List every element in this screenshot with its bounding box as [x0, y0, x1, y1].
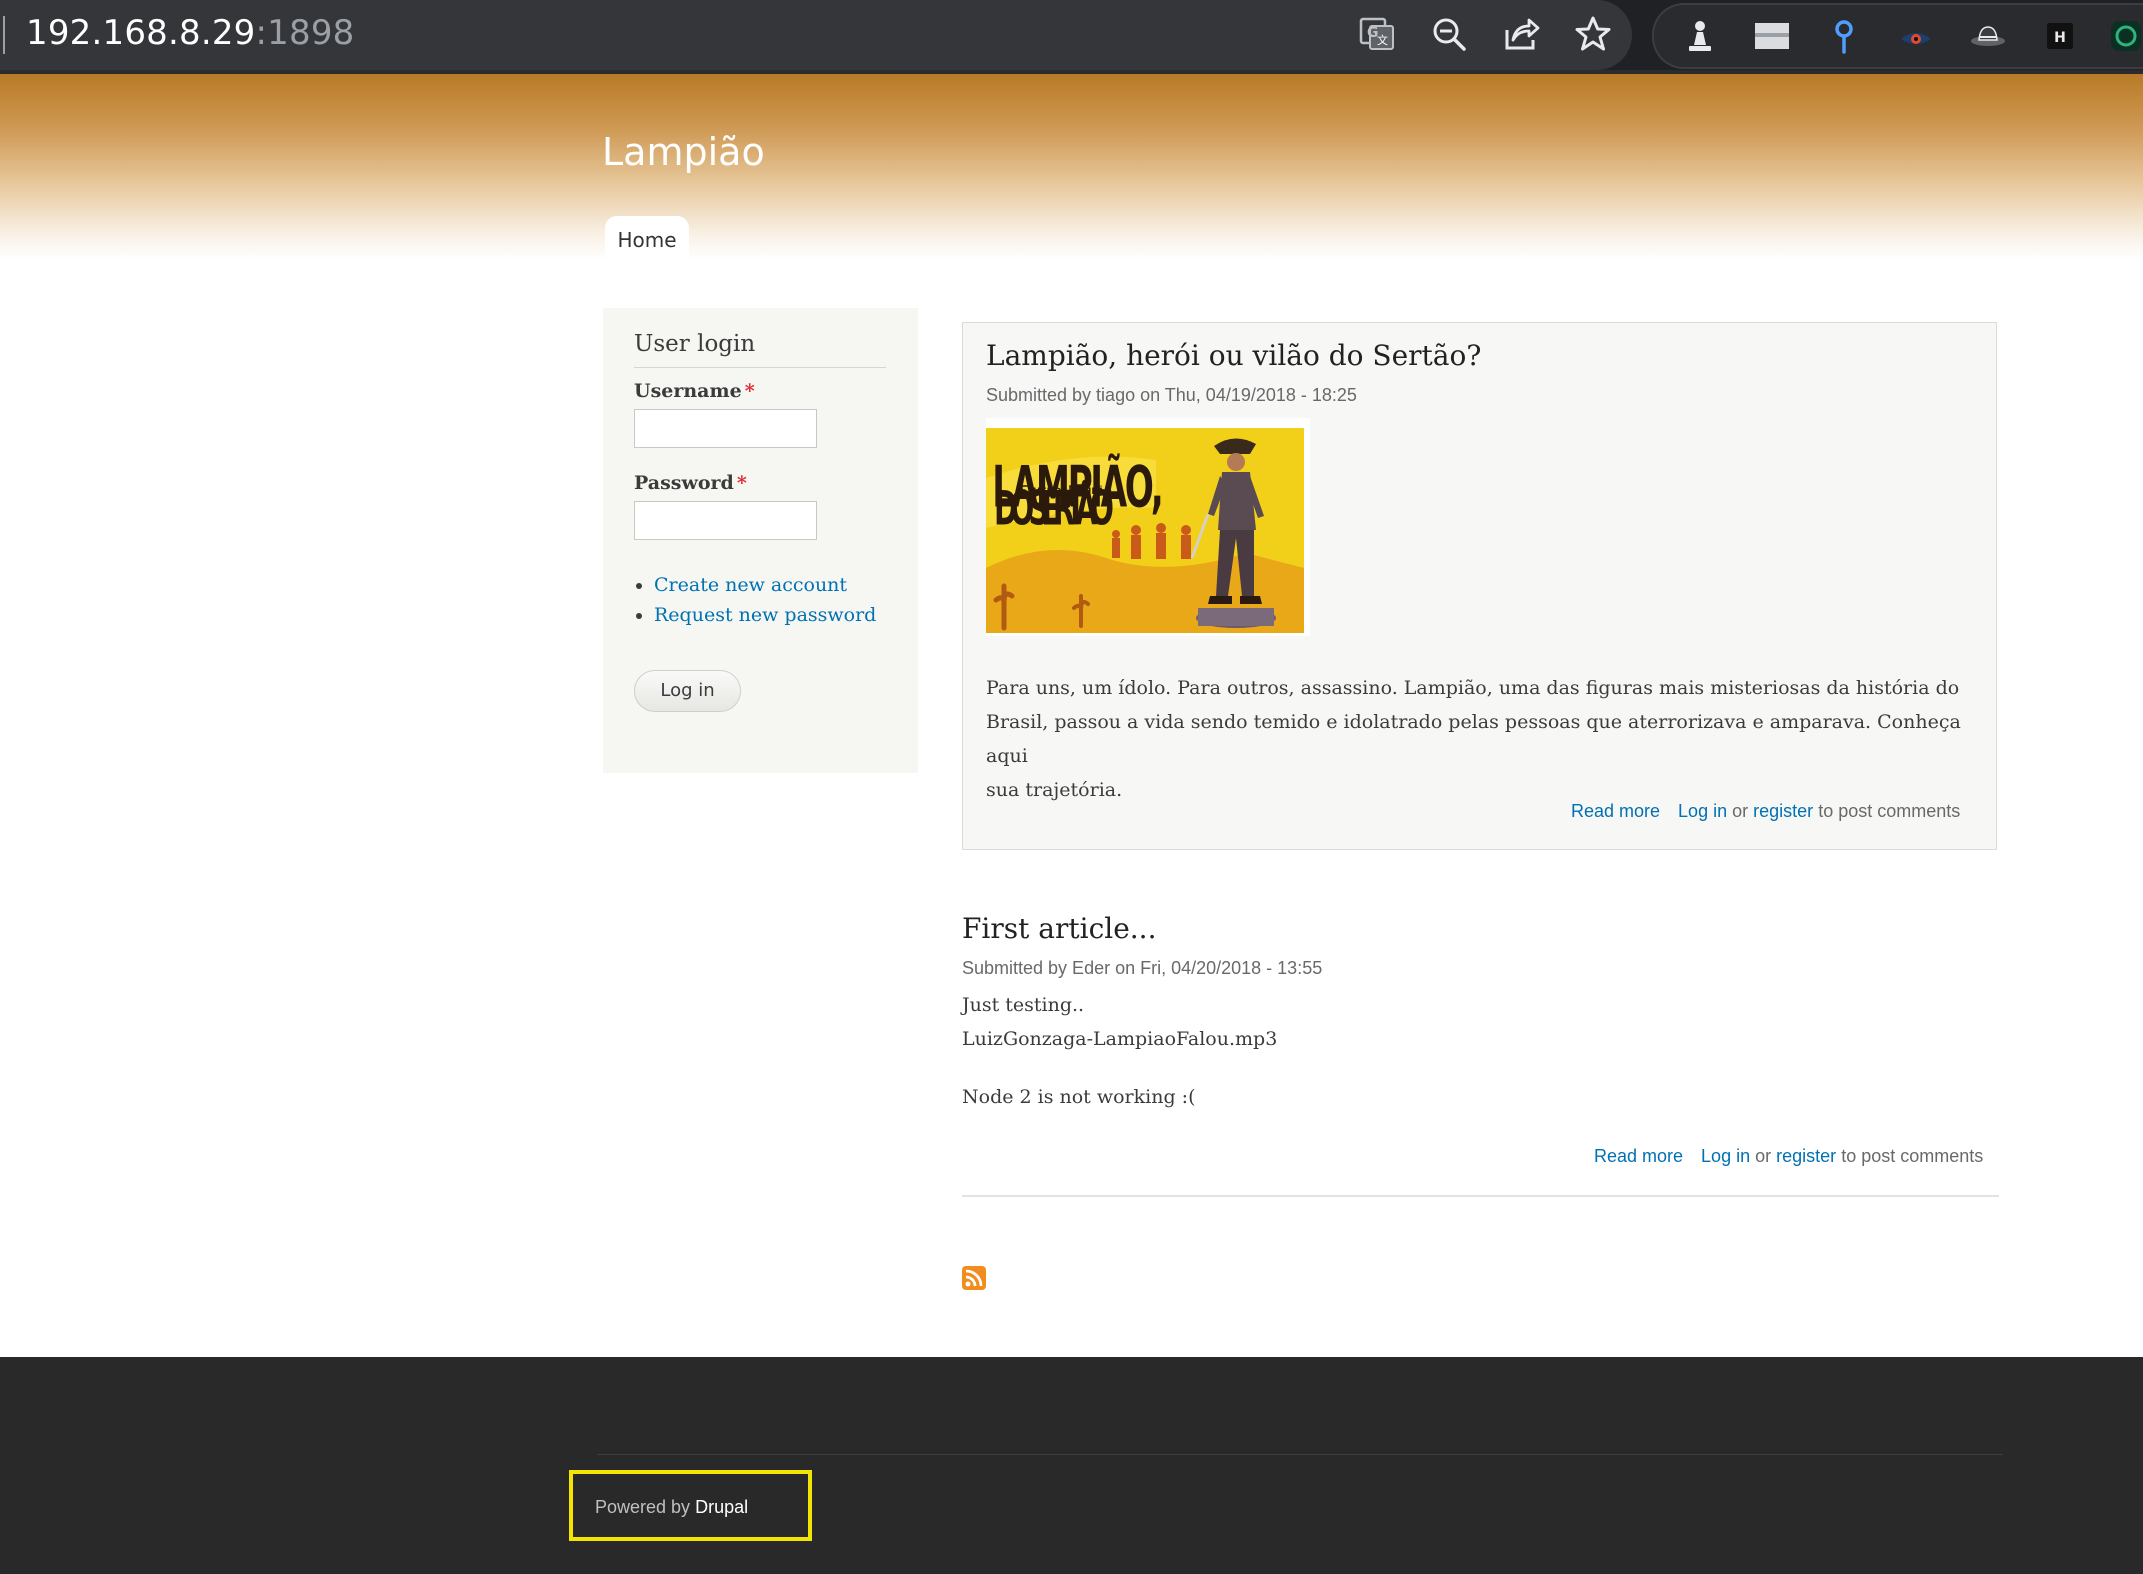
- hat-icon[interactable]: [1969, 17, 2007, 55]
- drupal-link[interactable]: Drupal: [695, 1497, 748, 1517]
- body-line: Para uns, um ídolo. Para outros, assassi…: [986, 677, 1960, 699]
- address-bar[interactable]: 192.168.8.29:1898 G文: [0, 0, 1632, 70]
- password-label: Password *: [634, 472, 747, 494]
- article-body: Para uns, um ídolo. Para outros, assassi…: [986, 671, 1996, 807]
- read-more-link[interactable]: Read more: [1594, 1146, 1683, 1166]
- zoom-out-icon[interactable]: [1429, 14, 1469, 54]
- article-title-link[interactable]: Lampião, herói ou vilão do Sertão?: [986, 339, 1481, 372]
- site-header: Lampião Home: [0, 74, 2143, 260]
- list-item: Create new account: [634, 570, 876, 600]
- article-body: Just testing.. LuizGonzaga-LampiaoFalou.…: [962, 988, 1277, 1114]
- body-line: Node 2 is not working :(: [962, 1086, 1196, 1108]
- username-label: Username *: [634, 380, 755, 402]
- or-text: or: [1732, 801, 1749, 821]
- window-icon[interactable]: [1753, 17, 1791, 55]
- article-links: Read more Log in or register to post comm…: [1594, 1146, 1983, 1167]
- required-mark: *: [744, 380, 755, 402]
- powered-by: Powered by Drupal: [595, 1497, 748, 1518]
- image-text-line2: DO SERTÃO: [994, 480, 1114, 537]
- submitted-info: Submitted by Eder on Fri, 04/20/2018 - 1…: [962, 958, 1323, 978]
- or-text: or: [1755, 1146, 1772, 1166]
- body-line: Brasil, passou a vida sendo temido e ido…: [986, 711, 1961, 767]
- nav-tab-home[interactable]: Home: [605, 216, 689, 260]
- article-image: LAMPIÃO, HERÓI VILÃO DO SERTÃO: [986, 418, 1310, 636]
- register-link[interactable]: register: [1776, 1146, 1836, 1166]
- chess-pawn-icon[interactable]: [1681, 17, 1719, 55]
- location-pin-icon[interactable]: [1825, 17, 1863, 55]
- register-link[interactable]: register: [1753, 801, 1813, 821]
- browser-toolbar: 192.168.8.29:1898 G文 H: [0, 0, 2143, 74]
- post-comments-text: to post comments: [1841, 1146, 1984, 1166]
- username-label-text: Username: [634, 380, 742, 402]
- url-host: 192.168.8.29: [26, 13, 256, 53]
- list-item: Request new password: [634, 600, 876, 630]
- google-translate-icon[interactable]: G文: [1357, 14, 1397, 54]
- log-in-link[interactable]: Log in: [1678, 801, 1727, 821]
- circle-extension-icon[interactable]: [2107, 17, 2143, 55]
- request-password-link[interactable]: Request new password: [654, 604, 876, 626]
- svg-text:H: H: [2054, 30, 2066, 46]
- site-footer: Powered by Drupal: [0, 1357, 2143, 1574]
- article-divider: [962, 1195, 1999, 1197]
- password-label-text: Password: [634, 472, 734, 494]
- read-more-link[interactable]: Read more: [1571, 801, 1660, 821]
- rss-feed-icon[interactable]: [962, 1266, 986, 1290]
- body-line: Just testing..: [962, 994, 1085, 1016]
- bookmark-star-icon[interactable]: [1573, 14, 1613, 54]
- address-bar-edge: [3, 16, 5, 54]
- article-teaser: Lampião, herói ou vilão do Sertão? Submi…: [962, 322, 1997, 850]
- login-links-list: Create new account Request new password: [634, 570, 876, 630]
- body-line: LuizGonzaga-LampiaoFalou.mp3: [962, 1028, 1278, 1050]
- article-links: Read more Log in or register to post comm…: [1571, 801, 1960, 822]
- footer-divider: [597, 1454, 2003, 1455]
- username-input[interactable]: [634, 409, 817, 448]
- create-account-link[interactable]: Create new account: [654, 574, 847, 596]
- url-text[interactable]: 192.168.8.29:1898: [26, 12, 355, 54]
- required-mark: *: [736, 472, 747, 494]
- password-input[interactable]: [634, 501, 817, 540]
- submitted-info: Submitted by tiago on Thu, 04/19/2018 - …: [986, 385, 1357, 405]
- log-in-link[interactable]: Log in: [1701, 1146, 1750, 1166]
- user-login-block: User login Username * Password * Create ne…: [603, 308, 918, 773]
- site-name-link[interactable]: Lampião: [602, 130, 765, 174]
- eye-extension-icon[interactable]: [1897, 17, 1935, 55]
- h-extension-icon[interactable]: H: [2041, 17, 2079, 55]
- url-port: :1898: [255, 13, 355, 53]
- svg-text:文: 文: [1377, 33, 1388, 47]
- article-title-link[interactable]: First article...: [962, 912, 1156, 945]
- post-comments-text: to post comments: [1818, 801, 1961, 821]
- powered-by-text: Powered by: [595, 1497, 691, 1517]
- share-icon[interactable]: [1501, 14, 1541, 54]
- user-login-title: User login: [634, 331, 886, 368]
- log-in-button[interactable]: Log in: [634, 670, 741, 712]
- extensions-tray: H: [1652, 3, 2143, 69]
